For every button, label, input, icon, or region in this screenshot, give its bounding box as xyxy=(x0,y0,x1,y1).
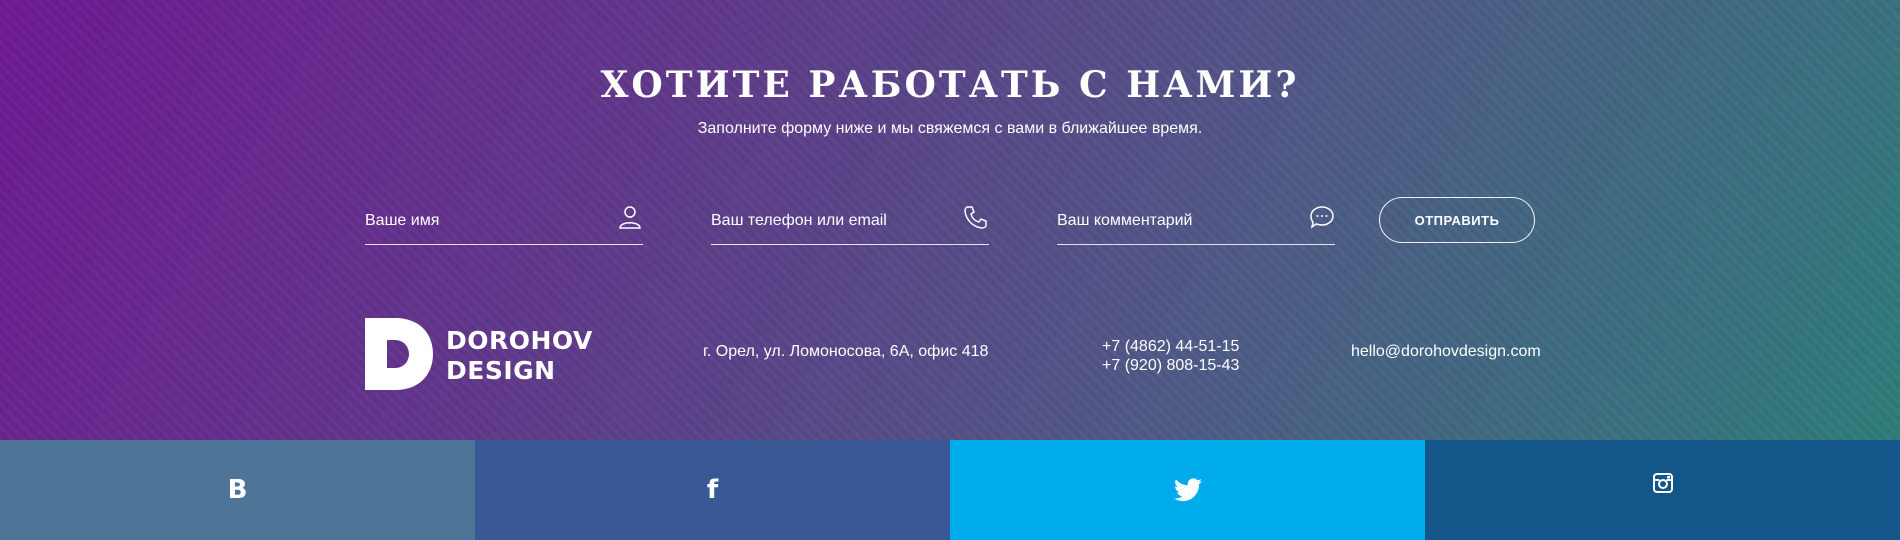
contact-input[interactable] xyxy=(711,208,941,234)
comment-field xyxy=(1057,200,1335,245)
name-input[interactable] xyxy=(365,208,595,234)
email-link[interactable]: hello@dorohovdesign.com xyxy=(1351,343,1541,361)
chat-bubble-icon xyxy=(1309,204,1335,230)
phone-2[interactable]: +7 (920) 808-15-43 xyxy=(1102,356,1239,375)
instagram-icon xyxy=(1652,473,1673,493)
logo-text: DOROHOV DESIGN xyxy=(446,326,593,386)
contact-section: ХОТИТЕ РАБОТАТЬ С НАМИ? Заполните форму … xyxy=(0,0,1900,440)
twitter-link[interactable] xyxy=(950,440,1425,540)
name-field xyxy=(365,200,643,245)
facebook-link[interactable]: f xyxy=(475,440,950,540)
logo-line-2: DESIGN xyxy=(446,356,556,385)
twitter-icon xyxy=(1173,478,1202,502)
logo-d-icon xyxy=(365,318,433,390)
submit-button[interactable]: ОТПРАВИТЬ xyxy=(1379,197,1535,243)
logo[interactable]: DOROHOV DESIGN xyxy=(365,318,595,392)
phones: +7 (4862) 44-51-15 +7 (920) 808-15-43 xyxy=(1102,337,1239,375)
address: г. Орел, ул. Ломоносова, 6А, офис 418 xyxy=(703,343,989,360)
facebook-icon: f xyxy=(706,475,719,505)
vk-icon: B xyxy=(227,475,248,505)
social-bar: B f xyxy=(0,440,1900,540)
logo-line-1: DOROHOV xyxy=(446,326,593,355)
page-subtitle: Заполните форму ниже и мы свяжемся с вам… xyxy=(697,120,1203,137)
page-title: ХОТИТЕ РАБОТАТЬ С НАМИ? xyxy=(600,64,1300,106)
contact-field xyxy=(711,200,989,245)
user-icon xyxy=(617,204,643,230)
phone-1[interactable]: +7 (4862) 44-51-15 xyxy=(1102,337,1239,356)
vk-link[interactable]: B xyxy=(0,440,475,540)
instagram-link[interactable] xyxy=(1425,440,1900,540)
phone-icon xyxy=(963,204,989,230)
comment-input[interactable] xyxy=(1057,208,1287,234)
